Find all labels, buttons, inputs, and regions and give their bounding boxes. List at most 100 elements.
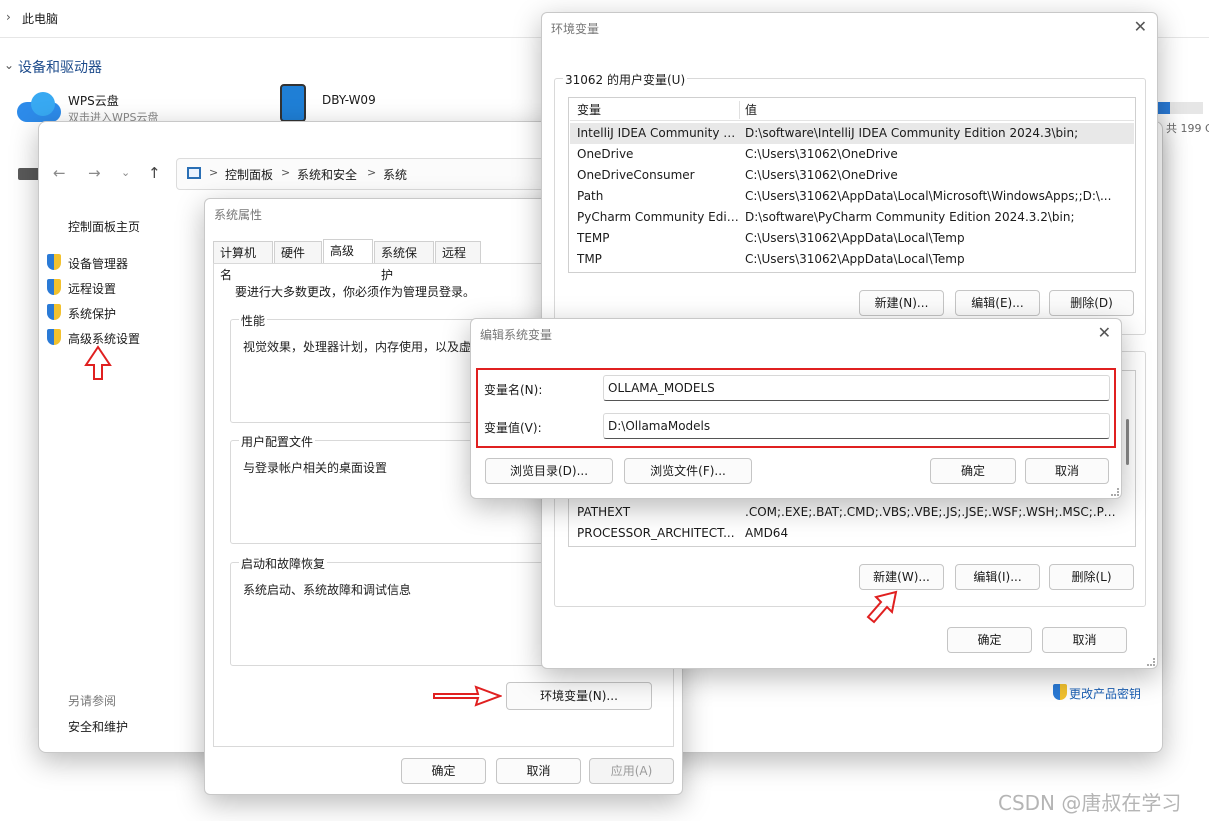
table-row[interactable]: Path C:\Users\31062\AppData\Local\Micros… — [570, 186, 1134, 207]
sidebar-item-label: 系统保护 — [68, 307, 117, 321]
sidebar-item-device-manager[interactable]: 设备管理器 — [45, 254, 195, 272]
user-edit-button[interactable]: 编辑(E)... — [955, 290, 1040, 316]
system-edit-button[interactable]: 编辑(I)... — [955, 564, 1040, 590]
cancel-button[interactable]: 取消 — [1025, 458, 1109, 484]
tab-computer-name[interactable]: 计算机名 — [213, 241, 273, 282]
resize-grip-icon[interactable] — [1147, 658, 1155, 666]
table-header: 变量 值 — [570, 99, 1134, 121]
tab-hardware[interactable]: 硬件 — [274, 241, 322, 263]
drive-item-wps[interactable]: WPS云盘 双击进入WPS云盘 — [15, 88, 215, 124]
cancel-button[interactable]: 取消 — [496, 758, 581, 784]
shield-icon — [47, 279, 61, 295]
address-segment-system[interactable]: 系统 — [383, 166, 407, 183]
table-row[interactable]: PATHEXT .COM;.EXE;.BAT;.CMD;.VBS;.VBE;.J… — [570, 502, 1134, 523]
tab-remote[interactable]: 远程 — [435, 241, 481, 263]
shield-icon — [47, 254, 61, 270]
close-icon[interactable]: ✕ — [1134, 17, 1147, 36]
ok-button[interactable]: 确定 — [401, 758, 486, 784]
close-icon[interactable]: ✕ — [1098, 323, 1111, 342]
sidebar-item-remote-settings[interactable]: 远程设置 — [45, 279, 195, 297]
scrollbar-thumb[interactable] — [1126, 419, 1129, 465]
section-title[interactable]: 设备和驱动器 — [18, 57, 102, 77]
variable-name: TMP — [577, 252, 602, 266]
variable-value-label: 变量值(V): — [484, 421, 542, 435]
variable-name: OneDriveConsumer — [577, 168, 695, 182]
table-row[interactable]: PyCharm Community Editi... D:\software\P… — [570, 207, 1134, 228]
variable-value: C:\Users\31062\OneDrive — [745, 168, 898, 182]
variable-value: D:\software\IntelliJ IDEA Community Edit… — [745, 126, 1079, 140]
sidebar-item-advanced-settings[interactable]: 高级系统设置 — [45, 329, 195, 347]
chevron-down-icon[interactable]: ⌄ — [4, 58, 14, 72]
variable-name: PROCESSOR_ARCHITECT... — [577, 526, 735, 540]
chevron-right-icon[interactable]: › — [6, 10, 11, 24]
ok-button[interactable]: 确定 — [947, 627, 1032, 653]
table-row[interactable]: OneDrive C:\Users\31062\OneDrive — [570, 144, 1134, 165]
variable-value-field[interactable]: D:\OllamaModels — [603, 413, 1110, 439]
system-delete-button[interactable]: 删除(L) — [1049, 564, 1134, 590]
column-header-variable[interactable]: 变量 — [577, 99, 739, 121]
variable-name: IntelliJ IDEA Community E... — [577, 126, 739, 140]
sidebar-home-link[interactable]: 控制面板主页 — [68, 218, 140, 235]
address-segment-control-panel[interactable]: 控制面板 — [225, 166, 273, 183]
security-maintenance-link[interactable]: 安全和维护 — [68, 718, 128, 735]
change-key-label: 更改产品密钥 — [1069, 687, 1142, 701]
annotation-arrow-env-button — [433, 685, 502, 707]
address-separator: > — [209, 166, 219, 179]
shield-icon — [47, 304, 61, 320]
sidebar-item-label: 远程设置 — [68, 282, 117, 296]
address-bar[interactable]: > 控制面板 > 系统和安全 > 系统 — [176, 158, 546, 190]
table-row[interactable]: PROCESSOR_ARCHITECT... AMD64 — [570, 523, 1134, 544]
table-row[interactable]: TEMP C:\Users\31062\AppData\Local\Temp — [570, 228, 1134, 249]
cancel-button[interactable]: 取消 — [1042, 627, 1127, 653]
browse-file-button[interactable]: 浏览文件(F)... — [624, 458, 752, 484]
env-vars-button[interactable]: 环境变量(N)... — [506, 682, 652, 710]
address-segment-system-security[interactable]: 系统和安全 — [297, 166, 357, 183]
admin-note: 要进行大多数更改，你必须作为管理员登录。 — [235, 285, 476, 299]
column-divider — [739, 101, 740, 119]
forward-arrow-icon[interactable]: → — [88, 164, 101, 182]
apply-button[interactable]: 应用(A) — [589, 758, 674, 784]
sidebar-item-label: 设备管理器 — [68, 257, 129, 271]
tab-advanced[interactable]: 高级 — [323, 239, 373, 263]
group-label: 性能 — [239, 312, 268, 329]
sidebar-item-system-protection[interactable]: 系统保护 — [45, 304, 195, 322]
history-dropdown-icon[interactable]: ⌄ — [121, 166, 130, 179]
dialog-title: 系统属性 — [214, 208, 263, 222]
variable-name-label: 变量名(N): — [484, 383, 543, 397]
group-description: 系统启动、系统故障和调试信息 — [243, 583, 412, 597]
user-delete-button[interactable]: 删除(D) — [1049, 290, 1134, 316]
variable-name: PATHEXT — [577, 505, 631, 519]
hdd-icon — [18, 168, 40, 180]
group-label: 用户配置文件 — [239, 433, 316, 450]
variable-value: C:\Users\31062\AppData\Local\Temp — [745, 231, 965, 245]
variable-name-field[interactable]: OLLAMA_MODELS — [603, 375, 1110, 401]
variable-value: .COM;.EXE;.BAT;.CMD;.VBS;.VBE;.JS;.JSE;.… — [745, 505, 1117, 519]
edit-variable-dialog: 编辑系统变量 ✕ 变量名(N): OLLAMA_MODELS 变量值(V): D… — [470, 318, 1122, 499]
variable-value: C:\Users\31062\OneDrive — [745, 147, 898, 161]
drive-item-dby[interactable]: DBY-W09 — [278, 84, 428, 124]
user-new-button[interactable]: 新建(N)... — [859, 290, 944, 316]
see-also-heading: 另请参阅 — [68, 694, 117, 708]
browse-directory-button[interactable]: 浏览目录(D)... — [485, 458, 613, 484]
table-row[interactable]: TMP C:\Users\31062\AppData\Local\Temp — [570, 249, 1134, 270]
shield-icon — [1053, 684, 1067, 700]
table-row[interactable]: OneDriveConsumer C:\Users\31062\OneDrive — [570, 165, 1134, 186]
annotation-arrow-advanced — [84, 345, 112, 380]
resize-grip-icon[interactable] — [1111, 488, 1119, 496]
variable-name: PyCharm Community Editi... — [577, 210, 739, 224]
breadcrumb-this-pc[interactable]: 此电脑 — [22, 10, 58, 27]
back-arrow-icon[interactable]: ← — [53, 164, 66, 182]
ok-button[interactable]: 确定 — [930, 458, 1016, 484]
change-product-key-link[interactable]: 更改产品密钥 — [1053, 683, 1163, 701]
address-separator: > — [367, 166, 377, 179]
system-new-button[interactable]: 新建(W)... — [859, 564, 944, 590]
tab-system-protection[interactable]: 系统保护 — [374, 241, 434, 282]
device-icon — [280, 84, 306, 122]
up-arrow-icon[interactable]: ↑ — [148, 164, 161, 182]
table-row[interactable]: IntelliJ IDEA Community E... D:\software… — [570, 123, 1134, 144]
user-vars-table[interactable]: 变量 值 IntelliJ IDEA Community E... D:\sof… — [568, 97, 1136, 273]
column-header-value[interactable]: 值 — [745, 99, 1117, 121]
user-vars-group: 31062 的用户变量(U) 变量 值 IntelliJ IDEA Commun… — [554, 71, 1146, 335]
variable-name: OneDrive — [577, 147, 634, 161]
drive-name: DBY-W09 — [322, 93, 376, 107]
